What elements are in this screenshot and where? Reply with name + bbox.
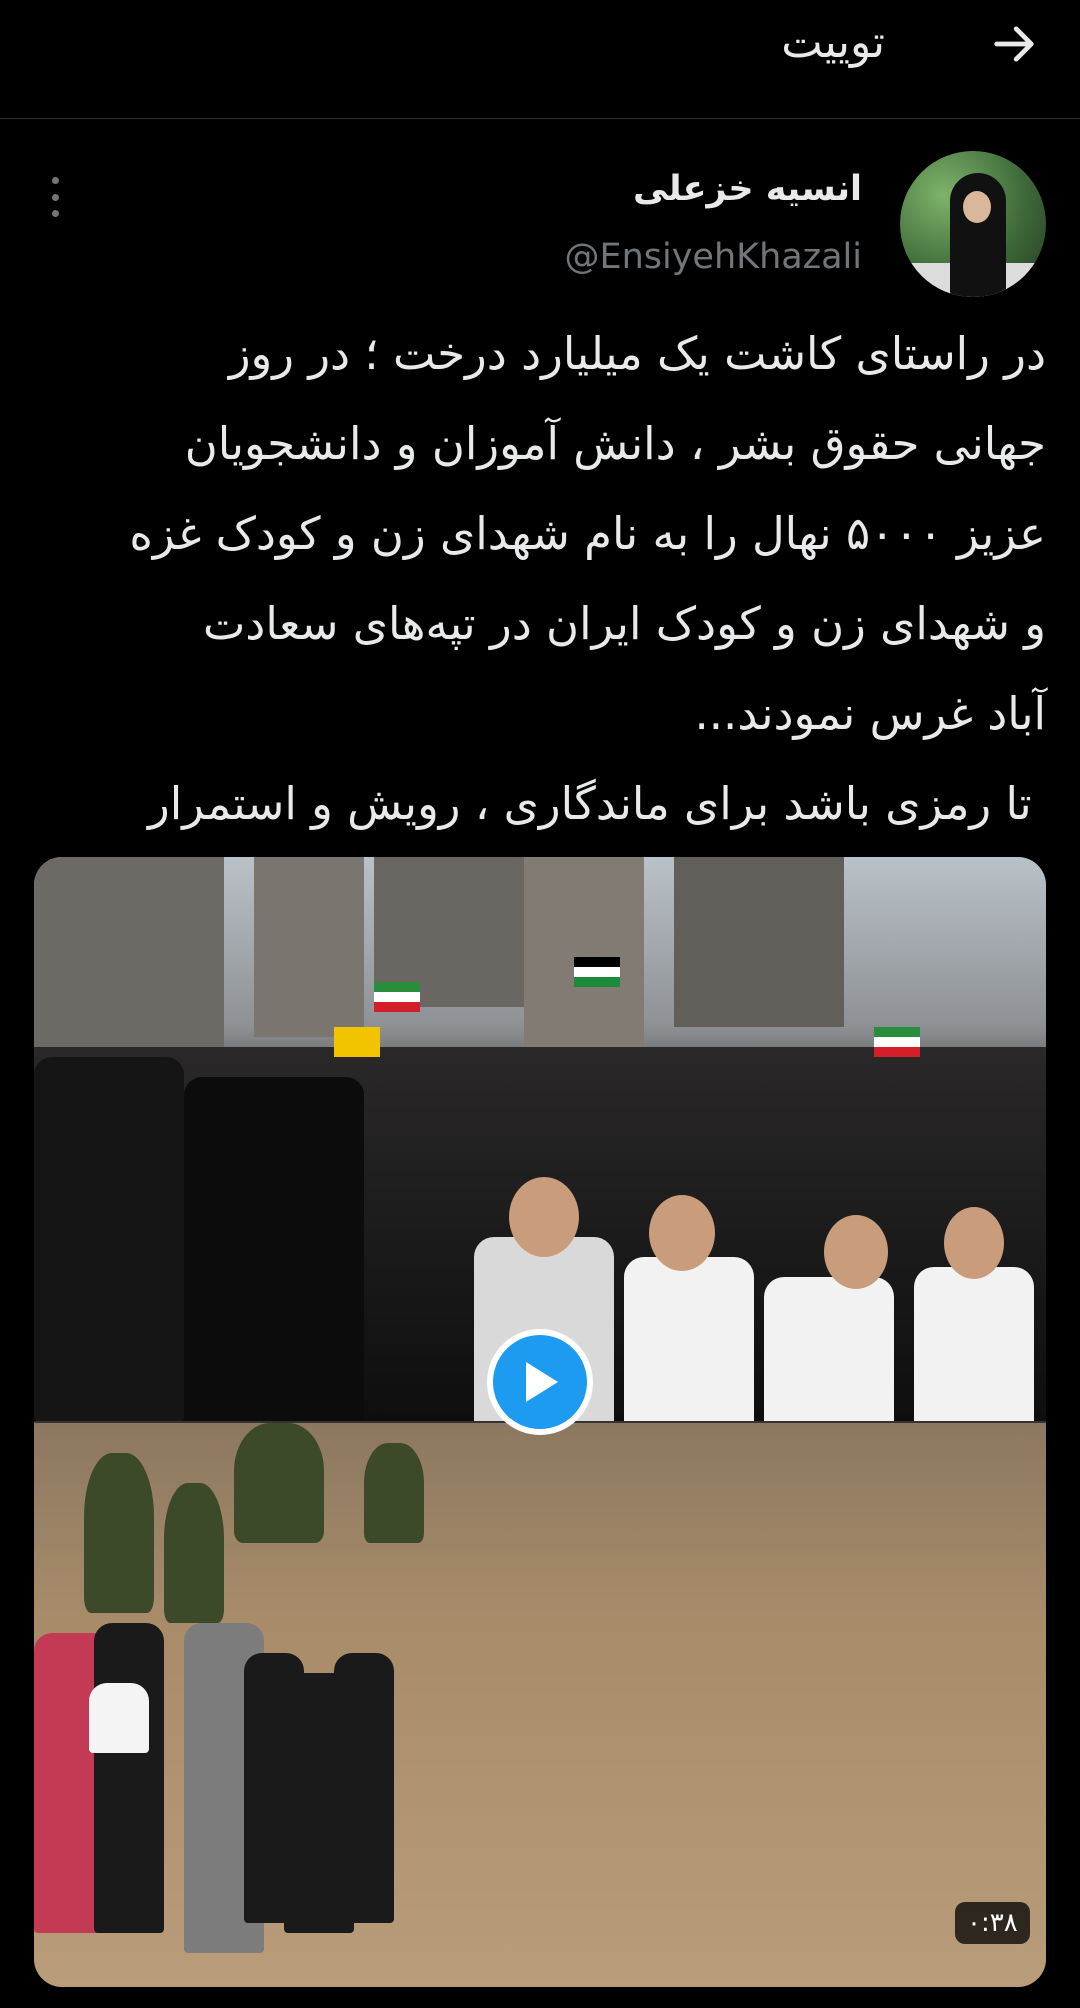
tweet-text: در راستای کاشت یک میلیارد درخت ؛ در روز … (129, 327, 1046, 920)
video-player[interactable]: ۰:۳۸ (34, 857, 1046, 1987)
top-bar: توییت (0, 0, 1080, 119)
video-frame-bottom (34, 1423, 1046, 1987)
more-options-button[interactable] (40, 177, 70, 217)
arrow-right-icon (994, 26, 1034, 62)
author-name[interactable]: انسیه خزعلی (633, 169, 862, 209)
video-duration: ۰:۳۸ (955, 1902, 1030, 1944)
back-button[interactable] (984, 14, 1044, 74)
author-handle[interactable]: @EnsiyehKhazali (564, 237, 862, 277)
more-vertical-icon (51, 177, 59, 184)
page-title: توییت (781, 17, 885, 68)
play-button[interactable] (487, 1329, 593, 1435)
play-icon (526, 1362, 558, 1402)
avatar[interactable] (900, 151, 1046, 297)
